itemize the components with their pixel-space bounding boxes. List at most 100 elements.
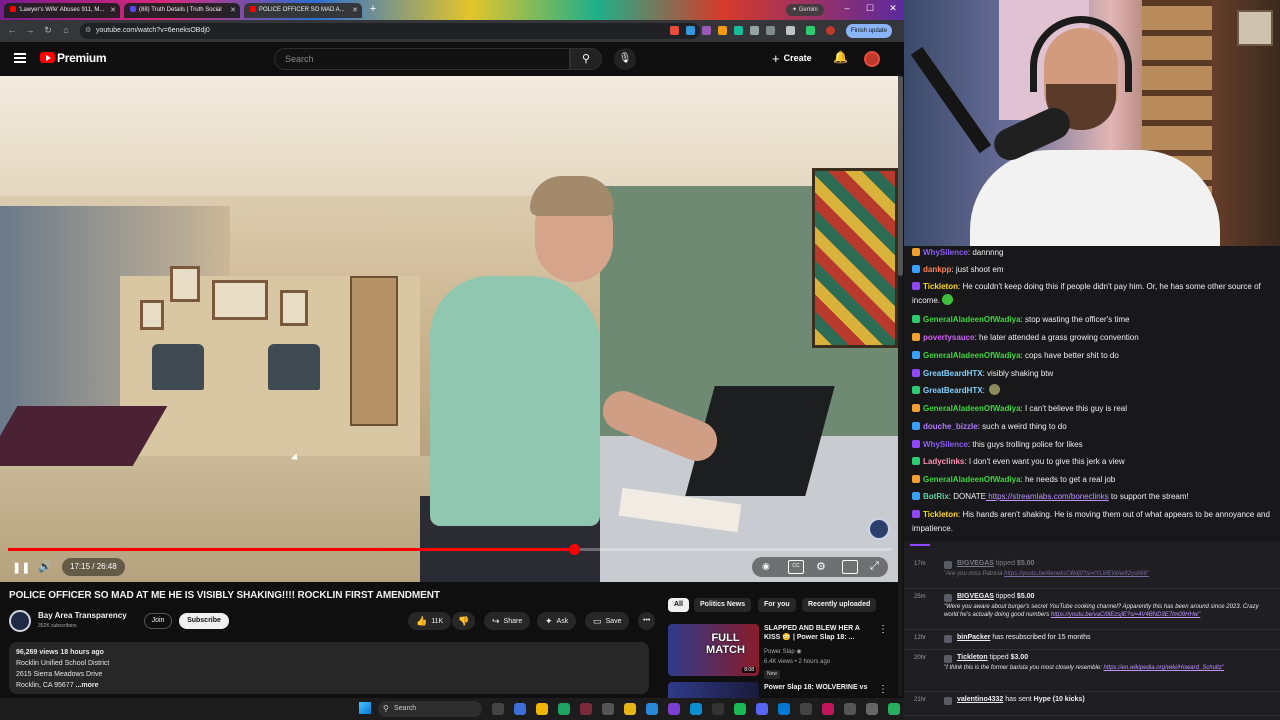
chat-username[interactable]: BotRix xyxy=(923,492,949,501)
app-icon[interactable] xyxy=(888,703,900,715)
ask-button[interactable]: ✦ Ask xyxy=(537,612,577,630)
more-vertical-icon[interactable]: ⋮ xyxy=(878,624,888,635)
search-icon[interactable]: ⚲ xyxy=(570,48,602,70)
create-button[interactable]: + Create xyxy=(772,51,812,66)
taskbar-search[interactable]: ⚲ Search xyxy=(378,701,482,717)
channel-name[interactable]: Bay Area Transparency xyxy=(38,611,127,620)
chat-username[interactable]: Tickleton xyxy=(923,510,958,519)
chat-username[interactable]: GreatBeardHTX xyxy=(923,386,983,395)
chat-link[interactable]: https://streamlabs.com/boneclinks xyxy=(986,492,1109,501)
chat-username[interactable]: GreatBeardHTX xyxy=(923,369,983,378)
chrome-icon[interactable] xyxy=(536,703,548,715)
channel-avatar[interactable] xyxy=(9,610,31,632)
discord-icon[interactable] xyxy=(756,703,768,715)
event-username[interactable]: Tickleton xyxy=(957,654,988,661)
volume-icon[interactable]: 🔊 xyxy=(38,560,52,573)
youtube-logo-icon[interactable] xyxy=(40,52,55,63)
chat-username[interactable]: dankpp xyxy=(923,265,951,274)
event-link[interactable]: https://en.wikipedia.org/wiki/Howard_Sch… xyxy=(1104,665,1225,671)
browser-tab-1[interactable]: 'Lawyer's Wife' Abuses 911, M... ✕ xyxy=(4,3,120,18)
subtitles-icon[interactable]: CC xyxy=(788,560,804,574)
chrome-profile-icon[interactable] xyxy=(558,703,570,715)
page-scrollbar[interactable] xyxy=(898,76,903,696)
app-icon[interactable] xyxy=(690,703,702,715)
more-link[interactable]: ...more xyxy=(76,682,99,689)
chip-for-you[interactable]: For you xyxy=(758,598,796,612)
more-actions-button[interactable]: ••• xyxy=(638,612,656,630)
recommended-title[interactable]: Power Slap 18: WOLVERINE vs xyxy=(764,684,867,691)
extension-icon[interactable] xyxy=(750,26,759,35)
chat-username[interactable]: GeneralAladeenOfWadiya xyxy=(923,475,1021,484)
extension-icon[interactable] xyxy=(702,26,711,35)
app-icon[interactable] xyxy=(712,703,724,715)
fullscreen-icon[interactable]: ⤢ xyxy=(870,560,879,573)
more-vertical-icon[interactable]: ⋮ xyxy=(878,684,888,695)
browser-tab-3-active[interactable]: POLICE OFFICER SO MAD A... ✕ xyxy=(244,3,362,18)
chat-username[interactable]: povertysauce xyxy=(923,333,975,342)
chat-username[interactable]: WhySilence xyxy=(923,440,968,449)
share-button[interactable]: ↪ Share xyxy=(484,612,531,630)
obs-icon[interactable] xyxy=(580,703,592,715)
site-info-icon[interactable]: ⚙ xyxy=(85,23,91,39)
progress-bar[interactable] xyxy=(8,544,892,555)
autoplay-toggle-icon[interactable]: ◉ xyxy=(762,561,770,572)
app-icon[interactable] xyxy=(800,703,812,715)
settings-gear-icon[interactable]: ⚙ xyxy=(816,560,826,573)
chat-username[interactable]: Tickleton xyxy=(923,282,958,291)
app-icon[interactable] xyxy=(778,703,790,715)
app-icon[interactable] xyxy=(602,703,614,715)
extension-icon[interactable] xyxy=(718,26,727,35)
windows-start-icon[interactable] xyxy=(359,702,371,714)
spotify-icon[interactable] xyxy=(734,703,746,715)
recommended-channel[interactable]: Power Slap ◉ xyxy=(764,648,802,655)
minimize-icon[interactable]: – xyxy=(840,3,854,13)
theater-mode-icon[interactable] xyxy=(842,560,858,574)
close-icon[interactable]: ✕ xyxy=(230,3,236,18)
chat-username[interactable]: GeneralAladeenOfWadiya xyxy=(923,351,1021,360)
extension-icon[interactable] xyxy=(734,26,743,35)
description-box[interactable]: 96,269 views 18 hours ago Rocklin Unifie… xyxy=(9,642,649,694)
event-username[interactable]: BIGVEGAS xyxy=(957,593,994,600)
search-input[interactable]: Search xyxy=(274,48,570,70)
save-button[interactable]: ▭ Save xyxy=(585,612,630,630)
new-tab-icon[interactable]: + xyxy=(367,4,379,16)
event-username[interactable]: binPacker xyxy=(957,634,990,641)
app-icon[interactable] xyxy=(668,703,680,715)
youtube-brand[interactable]: Premium xyxy=(57,51,107,65)
recommended-thumbnail[interactable] xyxy=(668,682,759,698)
chat-username[interactable]: WhySilence xyxy=(923,248,968,257)
scrubber-handle[interactable] xyxy=(568,544,580,555)
microphone-icon[interactable]: 🎙 xyxy=(614,48,636,70)
chip-politics-news[interactable]: Politics News xyxy=(694,598,752,612)
channel-watermark[interactable] xyxy=(868,518,890,540)
event-username[interactable]: valentino4332 xyxy=(957,696,1003,703)
dislike-button[interactable]: 👎 xyxy=(452,612,476,630)
browser-tab-2[interactable]: (88) Truth Details | Truth Social ✕ xyxy=(124,3,240,18)
close-icon[interactable]: ✕ xyxy=(352,3,358,18)
app-icon[interactable] xyxy=(646,703,658,715)
chat-username[interactable]: GeneralAladeenOfWadiya xyxy=(923,315,1021,324)
profile-avatar[interactable] xyxy=(826,26,835,35)
chip-recently-uploaded[interactable]: Recently uploaded xyxy=(802,598,877,612)
recommended-thumbnail[interactable]: FULL MATCH 8:08 xyxy=(668,624,759,676)
file-explorer-icon[interactable] xyxy=(624,703,636,715)
recommended-title[interactable]: SLAPPED AND BLEW HER A KISS 😳 | Power Sl… xyxy=(764,624,876,642)
task-view-icon[interactable] xyxy=(492,703,504,715)
gemini-button[interactable]: ✦ Gemini xyxy=(786,4,824,16)
notifications-bell-icon[interactable]: 🔔 xyxy=(833,50,848,64)
event-username[interactable]: BIGVEGAS xyxy=(957,560,994,567)
app-icon[interactable] xyxy=(822,703,834,715)
chip-all[interactable]: All xyxy=(668,598,689,612)
close-window-icon[interactable]: ✕ xyxy=(886,3,900,14)
extension-icon[interactable] xyxy=(670,26,679,35)
subscribe-button[interactable]: Subscribe xyxy=(179,613,229,629)
chat-username[interactable]: Ladyclinks xyxy=(923,457,964,466)
reload-icon[interactable]: ↻ xyxy=(42,25,54,36)
finish-update-button[interactable]: Finish update xyxy=(846,24,893,38)
close-icon[interactable]: ✕ xyxy=(110,3,116,18)
puzzle-icon[interactable] xyxy=(766,26,775,35)
forward-icon[interactable]: → xyxy=(24,25,36,35)
join-button[interactable]: Join xyxy=(144,613,172,629)
pause-icon[interactable]: ❚❚ xyxy=(12,561,30,574)
chat-username[interactable]: GeneralAladeenOfWadiya xyxy=(923,404,1021,413)
